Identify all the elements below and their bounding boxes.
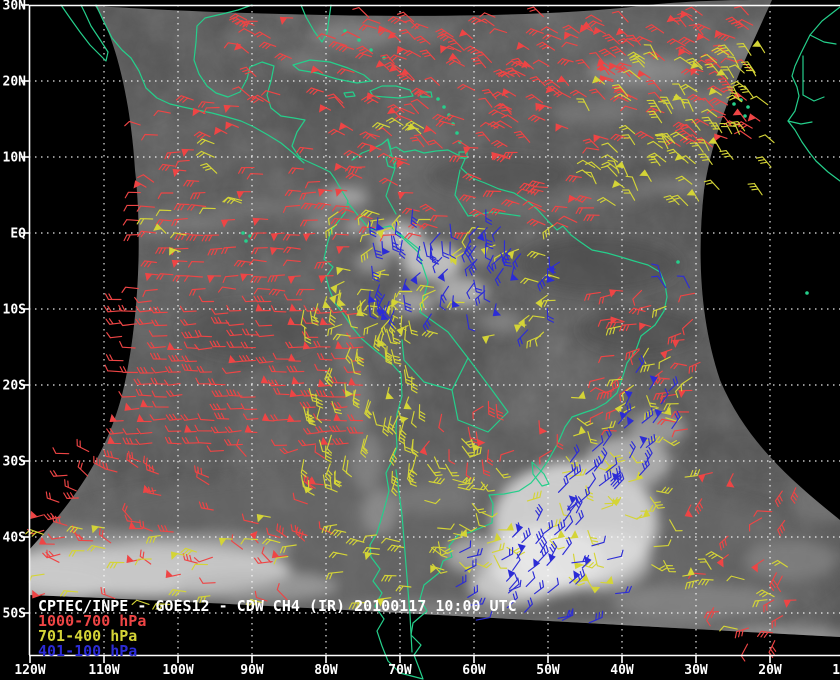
lat-tick-label: 20S bbox=[3, 379, 27, 394]
lon-tick-label: 20W bbox=[758, 663, 782, 678]
lon-tick-label: 50W bbox=[536, 663, 560, 678]
lat-tick-label: EQ bbox=[10, 227, 26, 242]
island-dot bbox=[241, 231, 245, 235]
lon-tick-label: 100W bbox=[162, 663, 193, 678]
island-dot bbox=[676, 260, 680, 264]
island-dot bbox=[357, 38, 361, 42]
lat-tick-label: 30S bbox=[3, 455, 27, 470]
wind-map-plot: 30N 20N 10N EQ 10S 20S 30S 40S 50S 120W 110W 100W 90… bbox=[0, 0, 840, 680]
island-dot bbox=[805, 291, 809, 295]
lat-tick-label: 10S bbox=[3, 303, 27, 318]
lon-tick-label: 70W bbox=[388, 663, 412, 678]
lon-tick-label: 80W bbox=[314, 663, 338, 678]
lat-tick-label: 30N bbox=[3, 0, 27, 14]
island-dot bbox=[455, 131, 459, 135]
island-dot bbox=[746, 105, 750, 109]
weather-map-canvas: 30N 20N 10N EQ 10S 20S 30S 40S 50S 120W 110W 100W 90… bbox=[0, 0, 840, 680]
lat-tick-label: 40S bbox=[3, 531, 27, 546]
lon-tick-label: 30W bbox=[684, 663, 708, 678]
island-dot bbox=[732, 102, 736, 106]
legend-high-level: 401-100 hPa bbox=[38, 642, 137, 660]
lon-tick-label: 60W bbox=[462, 663, 486, 678]
island-dot bbox=[244, 239, 248, 243]
lon-tick-label: 10W bbox=[832, 663, 840, 678]
island-dot bbox=[442, 105, 446, 109]
lon-tick-label: 120W bbox=[14, 663, 45, 678]
lon-tick-label: 110W bbox=[88, 663, 119, 678]
lat-tick-label: 50S bbox=[3, 607, 27, 622]
lon-tick-label: 90W bbox=[240, 663, 264, 678]
lat-tick-label: 20N bbox=[3, 75, 27, 90]
lon-tick-label: 40W bbox=[610, 663, 634, 678]
lat-tick-label: 10N bbox=[3, 151, 27, 166]
island-dot bbox=[436, 97, 440, 101]
